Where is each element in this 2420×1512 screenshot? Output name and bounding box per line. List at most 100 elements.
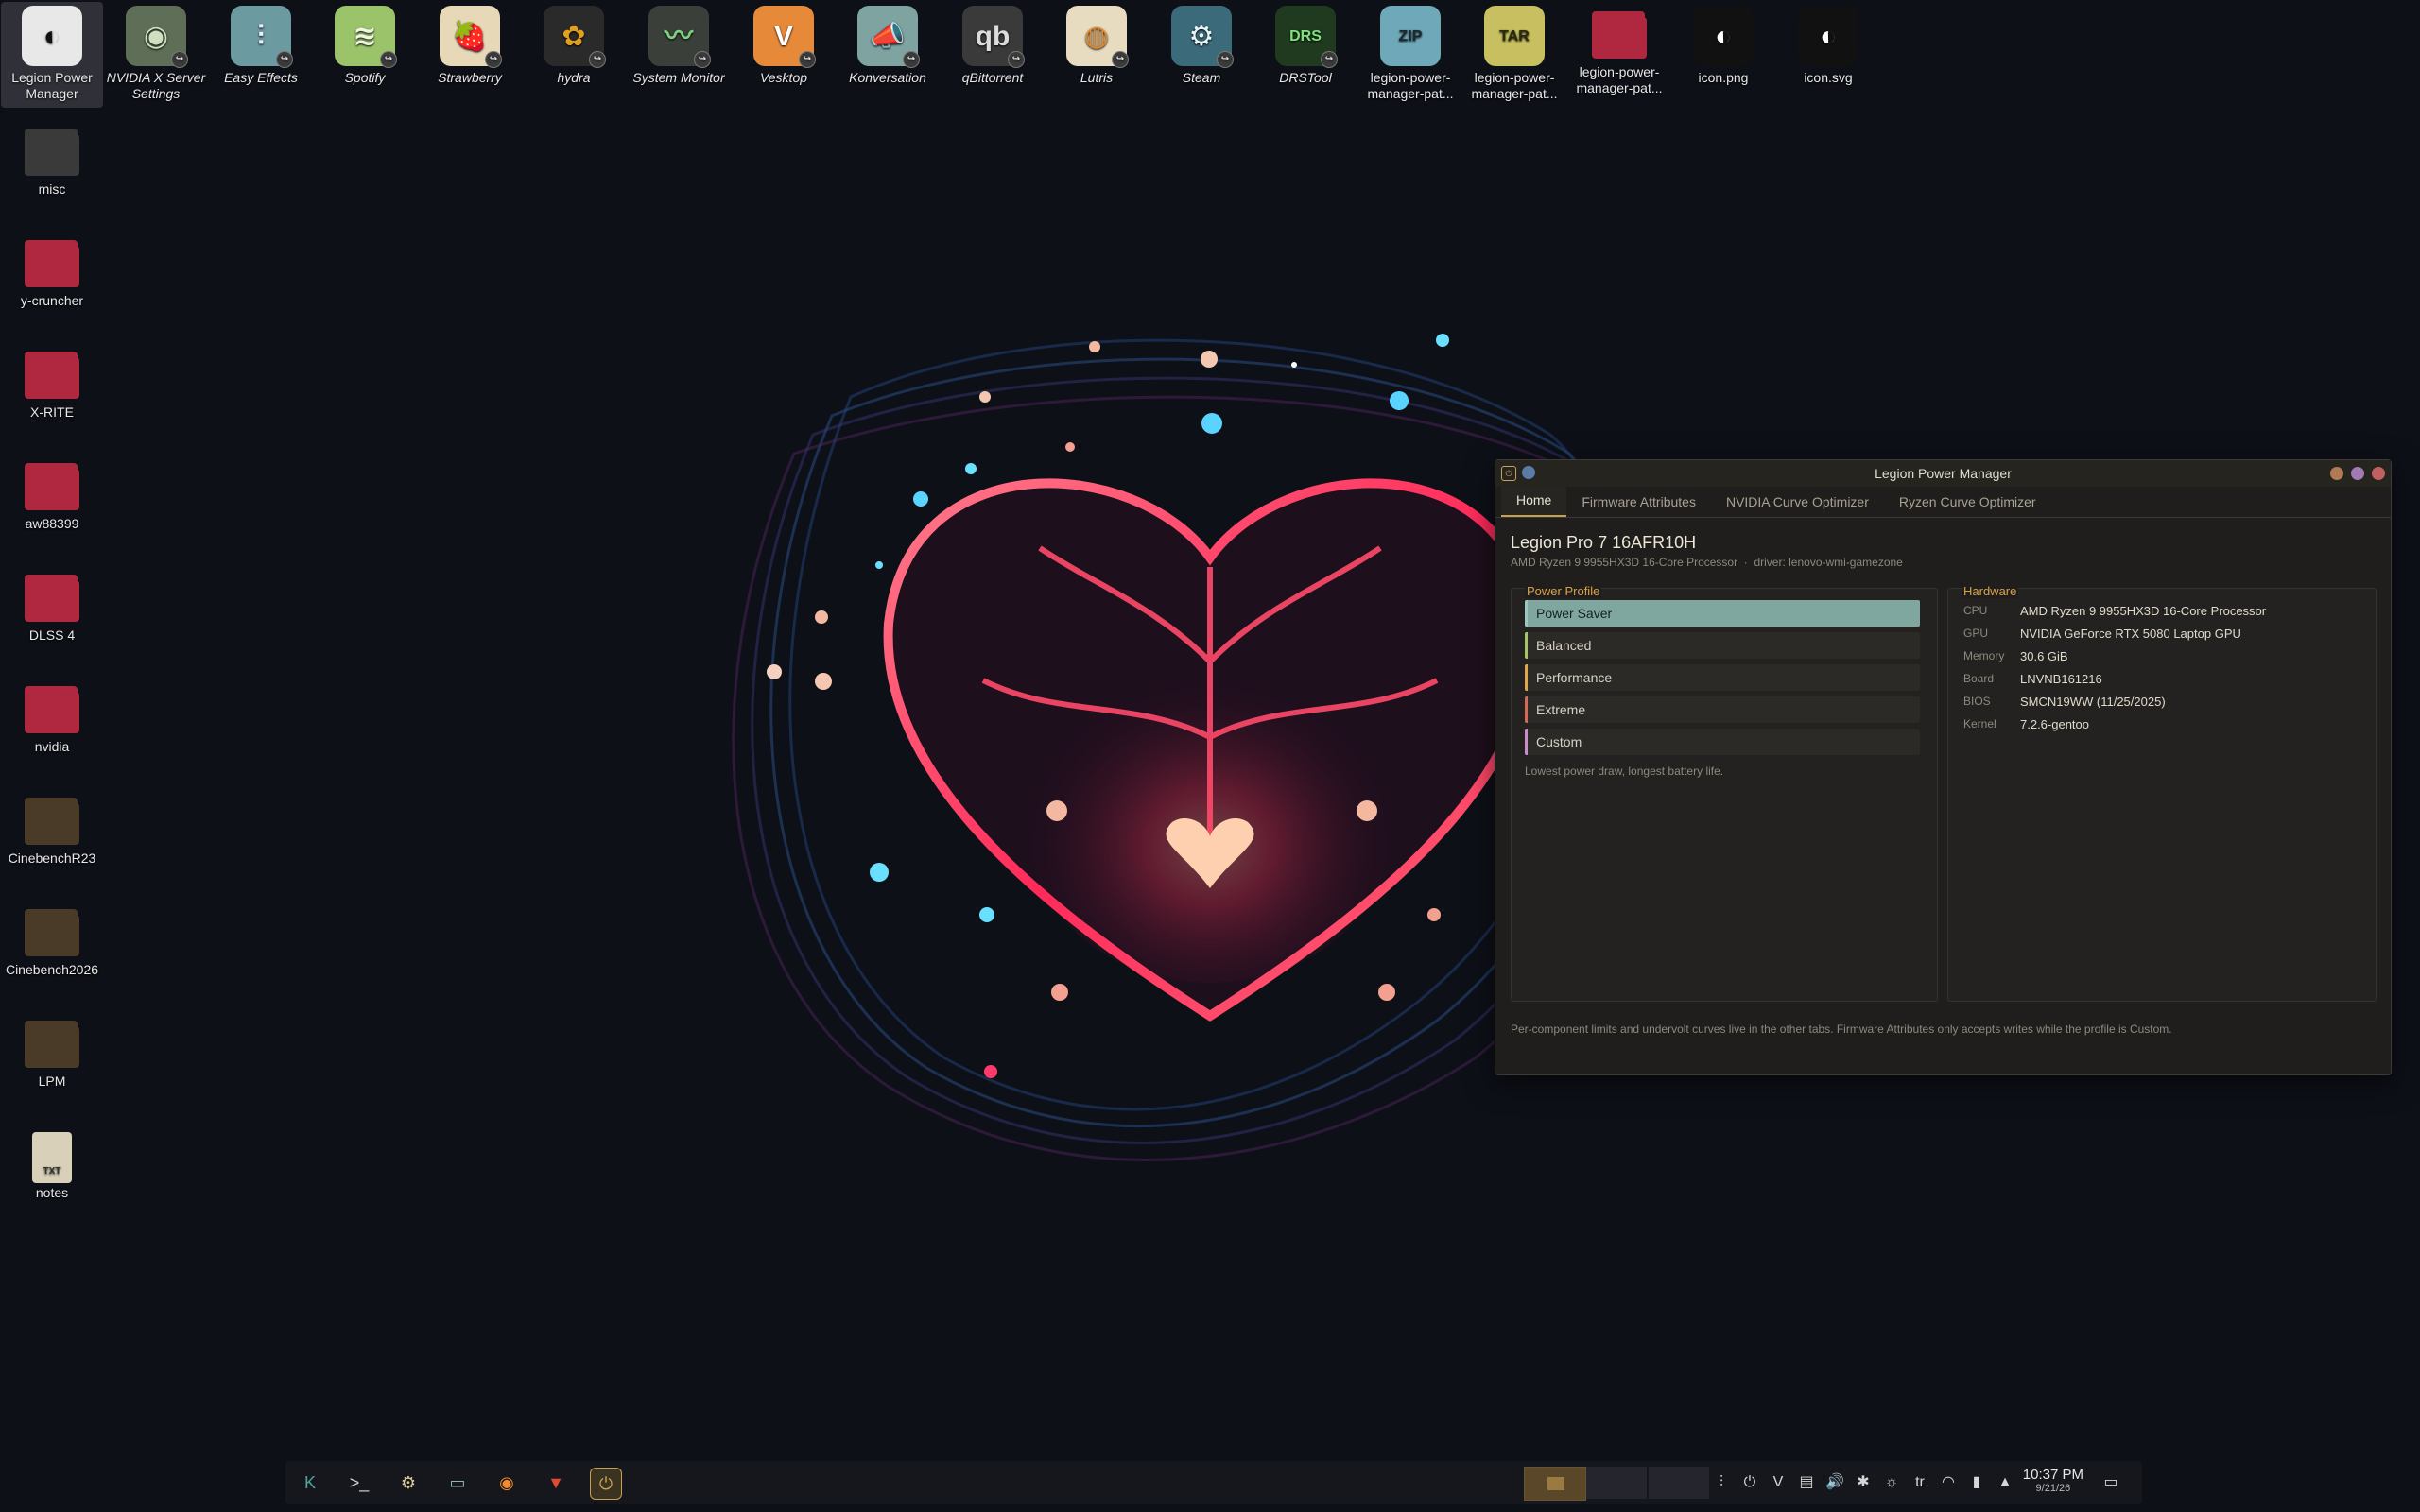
profile-performance-button[interactable]: Performance — [1525, 664, 1920, 691]
power-manager-tray-icon[interactable]: ⏻ — [1739, 1472, 1760, 1493]
bluetooth-icon[interactable]: ✱ — [1853, 1472, 1874, 1493]
clock[interactable]: 10:37 PM 9/21/26 — [2023, 1467, 2083, 1494]
pin-icon[interactable] — [1522, 466, 1535, 479]
desktop-icon-vesktop[interactable]: V ↪ Vesktop — [733, 2, 835, 86]
footnote: Per-component limits and undervolt curve… — [1511, 1022, 2172, 1036]
desktop-icon-icon-png[interactable]: ◐ icon.png — [1672, 2, 1774, 86]
desktop-icon-spotify[interactable]: ≋ ↪ Spotify — [314, 2, 416, 86]
brightness-icon[interactable]: ☼ — [1881, 1472, 1902, 1493]
tab-firmware-attributes[interactable]: Firmware Attributes — [1566, 489, 1711, 517]
device-driver: driver: lenovo-wmi-gamezone — [1754, 556, 1903, 569]
desktop-icon-label: nvidia — [34, 739, 70, 754]
desktop-icon-label: Cinebench2026 — [5, 962, 99, 977]
taskbar-files-icon[interactable]: ▭ — [442, 1468, 473, 1498]
minimize-button[interactable] — [2330, 467, 2343, 480]
pager-desktop-1[interactable] — [1524, 1467, 1586, 1501]
hardware-key: GPU — [1963, 627, 1989, 640]
profile-list: Power Saver Balanced Performance Extreme Cus… — [1525, 600, 1920, 761]
desktop-icon-icon-svg[interactable]: ◐ icon.svg — [1777, 2, 1879, 86]
desktop-icon-aw88399[interactable]: aw88399 — [1, 454, 103, 532]
desktop-icon-legion-power-manager-pat-tar[interactable]: TAR legion-power-manager-pat... — [1463, 2, 1565, 102]
desktop-icon-strawberry[interactable]: 🍓 ↪ Strawberry — [419, 2, 521, 86]
legion-power-manager-pat-tar-icon: TAR — [1484, 6, 1545, 66]
folder-icon — [25, 240, 79, 287]
desktop-icon-lutris[interactable]: ◍ ↪ Lutris — [1046, 2, 1148, 86]
mixer-icon[interactable]: ⫶ — [1711, 1472, 1732, 1493]
hardware-row-bios: BIOS SMCN19WW (11/25/2025) — [1963, 695, 2266, 717]
spotify-icon: ≋ ↪ — [335, 6, 397, 68]
taskbar-settings-icon[interactable]: ⚙ — [393, 1468, 424, 1498]
close-button[interactable] — [2372, 467, 2385, 480]
desktop-icon-cinebenchr23[interactable]: CinebenchR23 — [1, 788, 103, 867]
desktop-icon-notes[interactable]: TXT notes — [1, 1123, 103, 1201]
konversation-icon: 📣 ↪ — [857, 6, 920, 68]
pager-desktop-3[interactable] — [1649, 1467, 1709, 1499]
desktop-icon-label: Legion Power Manager — [11, 70, 93, 101]
desktop-icon-legion-power-manager-pat-folder[interactable]: legion-power-manager-pat... — [1568, 2, 1670, 96]
desktop-icon-dlss-4[interactable]: DLSS 4 — [1, 565, 103, 644]
icon-svg-icon: ◐ — [1798, 6, 1858, 66]
profile-extreme-button[interactable]: Extreme — [1525, 696, 1920, 723]
desktop-icon-cinebench2026[interactable]: Cinebench2026 — [1, 900, 103, 978]
hardware-key: BIOS — [1963, 695, 1991, 708]
desktop-icon-legion-power-manager[interactable]: ◐ Legion Power Manager — [1, 2, 103, 108]
hardware-row-kernel: Kernel 7.2.6-gentoo — [1963, 717, 2266, 740]
shortcut-arrow-icon: ↪ — [1321, 51, 1338, 68]
desktop-icon-label: legion-power-manager-pat... — [1367, 70, 1454, 101]
taskbar-firefox-icon[interactable]: ◉ — [492, 1468, 522, 1498]
steam-icon: ⚙ ↪ — [1171, 6, 1234, 68]
taskbar-legion-power-manager-icon[interactable]: ⏻ — [590, 1468, 622, 1500]
tab-nvidia-curve-optimizer[interactable]: NVIDIA Curve Optimizer — [1711, 489, 1884, 517]
desktop-icon-label: aw88399 — [25, 516, 79, 531]
keyboard-layout-icon[interactable]: tr — [1910, 1472, 1930, 1493]
legion-power-manager-icon: ◐ — [22, 6, 82, 66]
wifi-icon[interactable]: ◠ — [1938, 1472, 1959, 1493]
folder-icon — [25, 1021, 79, 1068]
tab-ryzen-curve-optimizer[interactable]: Ryzen Curve Optimizer — [1884, 489, 2051, 517]
profile-power-saver-button[interactable]: Power Saver — [1525, 600, 1920, 627]
desktop-icon-nvidia-x-server-settings[interactable]: ◉ ↪ NVIDIA X Server Settings — [105, 2, 207, 102]
tab-home[interactable]: Home — [1501, 487, 1567, 517]
desktop-icon-qbittorrent[interactable]: qb ↪ qBittorrent — [942, 2, 1044, 86]
hardware-key: Memory — [1963, 649, 2005, 662]
app-menu-icon[interactable]: ⏻ — [1501, 466, 1516, 481]
desktop-icon-label: NVIDIA X Server Settings — [106, 70, 206, 101]
vesktop-tray-icon[interactable]: V — [1768, 1472, 1789, 1493]
desktop-icon-hydra[interactable]: ✿ ↪ hydra — [523, 2, 625, 86]
battery-icon[interactable]: ▮ — [1966, 1472, 1987, 1493]
desktop-icon-misc[interactable]: misc — [1, 119, 103, 198]
volume-icon[interactable]: 🔊 — [1824, 1472, 1845, 1493]
desktop-icon-steam[interactable]: ⚙ ↪ Steam — [1150, 2, 1253, 86]
window-titlebar[interactable]: ⏻ Legion Power Manager — [1495, 460, 2391, 487]
desktop-icon-legion-power-manager-pat-zip[interactable]: ZIP legion-power-manager-pat... — [1359, 2, 1461, 102]
nvidia-x-server-settings-icon: ◉ ↪ — [126, 6, 188, 68]
desktop-icon-easy-effects[interactable]: ⫶ ↪ Easy Effects — [210, 2, 312, 86]
desktop-icon-label: icon.svg — [1804, 70, 1853, 85]
lutris-icon: ◍ ↪ — [1066, 6, 1129, 68]
expand-tray-icon[interactable]: ▲ — [1995, 1472, 2015, 1493]
profile-balanced-button[interactable]: Balanced — [1525, 632, 1920, 659]
profile-custom-button[interactable]: Custom — [1525, 729, 1920, 755]
desktop-icon-lpm[interactable]: LPM — [1, 1011, 103, 1090]
desktop-icon-x-rite[interactable]: X-RITE — [1, 342, 103, 421]
desktop-icon-label: Vesktop — [759, 70, 808, 85]
pager-desktop-2[interactable] — [1586, 1467, 1647, 1499]
desktop-icon-konversation[interactable]: 📣 ↪ Konversation — [837, 2, 939, 86]
power-profile-panel: Power Profile Power Saver Balanced Perform… — [1511, 584, 1938, 1002]
desktop-icon-system-monitor[interactable]: 〰 ↪ System Monitor — [628, 2, 730, 86]
hardware-key: Board — [1963, 672, 1995, 685]
taskbar-terminal-icon[interactable]: >_ — [344, 1468, 374, 1498]
shortcut-arrow-icon: ↪ — [903, 51, 920, 68]
desktop-icon-nvidia[interactable]: nvidia — [1, 677, 103, 755]
desktop-icon-label: CinebenchR23 — [8, 850, 96, 866]
clipboard-icon[interactable]: ▤ — [1796, 1472, 1817, 1493]
device-title: Legion Pro 7 16AFR10H — [1511, 533, 1697, 552]
desktop-icon-y-cruncher[interactable]: y-cruncher — [1, 231, 103, 309]
show-desktop-icon[interactable]: ▭ — [2100, 1472, 2121, 1493]
taskbar-kde-launcher-icon[interactable]: K — [295, 1468, 325, 1498]
desktop-icon-drstool[interactable]: DRS ↪ DRSTool — [1254, 2, 1357, 86]
clock-date: 9/21/26 — [2035, 1483, 2071, 1494]
taskbar-brave-icon[interactable]: ▼ — [541, 1468, 571, 1498]
clock-time: 10:37 PM — [2022, 1467, 2083, 1483]
maximize-button[interactable] — [2351, 467, 2364, 480]
